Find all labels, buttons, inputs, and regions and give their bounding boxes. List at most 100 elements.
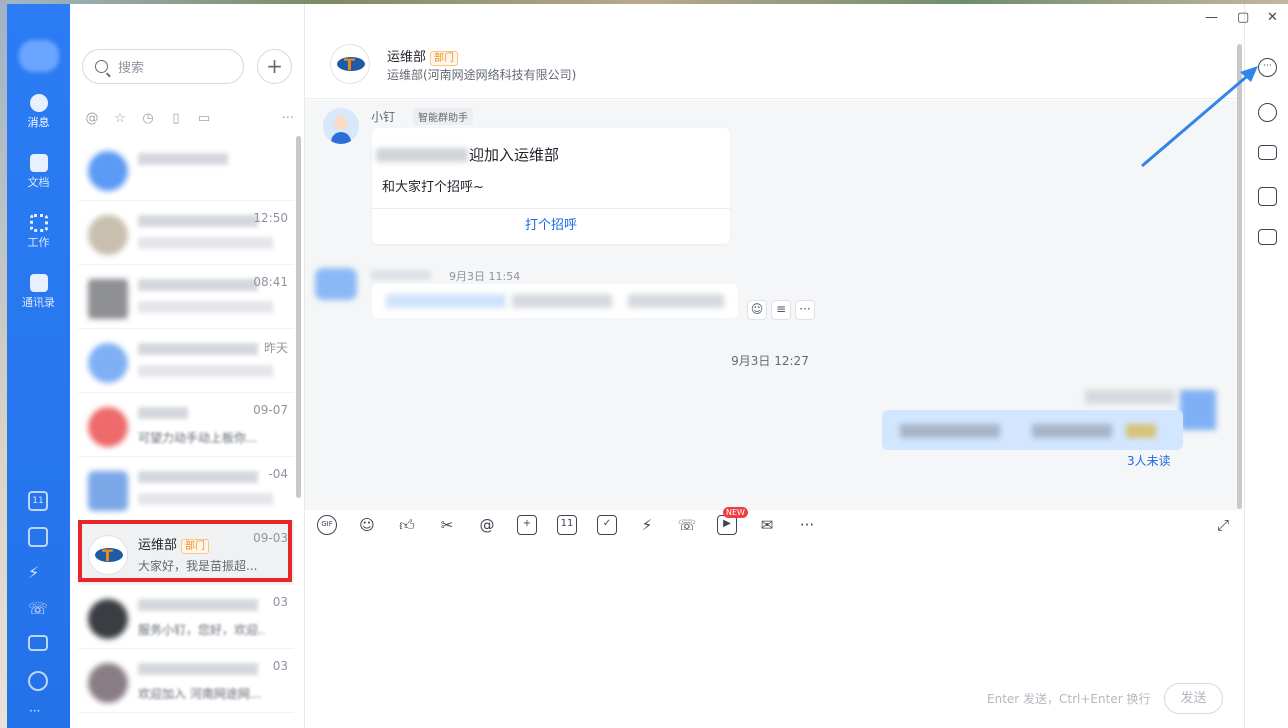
gif-icon[interactable]: GIF bbox=[317, 515, 337, 535]
list-item[interactable]: -04 bbox=[78, 457, 294, 521]
calendar-icon[interactable]: 11 bbox=[557, 515, 577, 535]
nav-label: 文档 bbox=[27, 176, 50, 189]
expand-icon[interactable]: ⤢ bbox=[1217, 516, 1233, 534]
document-folder-icon bbox=[29, 154, 48, 172]
lightning-icon[interactable]: ⚡ bbox=[28, 563, 48, 583]
at-mention-icon[interactable]: @ bbox=[477, 515, 497, 535]
blurred-name bbox=[138, 471, 258, 483]
scissors-icon[interactable]: ✂ bbox=[437, 515, 457, 535]
card-title: 迎加入运维部 bbox=[469, 146, 560, 164]
history-clock-icon[interactable] bbox=[1258, 103, 1277, 122]
list-item[interactable]: 08:41 bbox=[78, 265, 294, 329]
message-time: 9月3日 11:54 bbox=[449, 270, 521, 283]
nav-item-docs[interactable]: 文档 bbox=[7, 154, 70, 190]
contacts-book-icon bbox=[29, 274, 48, 292]
list-item[interactable]: 欢迎加入 河南网途网... 03 bbox=[78, 649, 294, 713]
nav-label: 工作 bbox=[27, 236, 50, 249]
blurred-text bbox=[386, 294, 506, 308]
folder-icon[interactable] bbox=[1258, 145, 1277, 160]
app-window: 消息 文档 工作 通讯录 11 ⚡ ☏ ··· 搜索 + @ ☆ ◷ ▯ ▭ ·… bbox=[0, 0, 1288, 728]
calendar-icon[interactable]: 11 bbox=[28, 491, 48, 511]
emoji-icon[interactable]: ☺ bbox=[357, 515, 377, 535]
my-message-bubble[interactable] bbox=[882, 410, 1183, 450]
more-icon[interactable]: ··· bbox=[29, 704, 40, 718]
maximize-button[interactable]: ▢ bbox=[1237, 10, 1249, 25]
time-label: -04 bbox=[268, 467, 288, 481]
list-scrollbar[interactable] bbox=[296, 136, 301, 498]
avatar[interactable] bbox=[1180, 390, 1216, 430]
mail-icon[interactable] bbox=[28, 635, 48, 651]
checkbox-icon[interactable]: ✓ bbox=[597, 515, 617, 535]
chat-header: 运维部部门 运维部(河南网途网络科技有限公司) bbox=[305, 4, 1242, 99]
list-item-yunweibu[interactable]: 运维部部门 大家好，我是苗振超... 09-03 bbox=[78, 521, 294, 585]
live-video-icon[interactable]: ▶ bbox=[717, 515, 737, 535]
list-item[interactable]: 12:50 bbox=[78, 201, 294, 265]
file-icon[interactable]: ▭ bbox=[196, 111, 212, 126]
bookmark-icon[interactable]: ▯ bbox=[168, 111, 184, 126]
announcement-icon[interactable] bbox=[1258, 187, 1277, 206]
message-bubble[interactable] bbox=[372, 284, 738, 318]
phone-icon[interactable]: ☏ bbox=[28, 599, 48, 619]
more-icon[interactable]: ··· bbox=[282, 111, 294, 126]
close-button[interactable]: ✕ bbox=[1267, 10, 1278, 25]
group-logo[interactable] bbox=[330, 44, 370, 84]
avatar bbox=[88, 663, 128, 703]
minimize-button[interactable]: — bbox=[1205, 10, 1218, 25]
blurred-name bbox=[138, 407, 188, 419]
emoji-reaction-icon[interactable]: ☺ bbox=[747, 300, 767, 320]
mail-icon[interactable]: ✉ bbox=[757, 515, 777, 535]
star-icon[interactable]: ☆ bbox=[112, 111, 128, 126]
chat-title-row: 运维部 部门 bbox=[387, 46, 459, 66]
list-item[interactable]: 服务小钉，您好，欢迎... 03 bbox=[78, 585, 294, 649]
bot-tag: 智能群助手 bbox=[413, 108, 473, 125]
thumbs-up-icon[interactable]: 👍︎ bbox=[397, 515, 417, 535]
tv-live-icon[interactable] bbox=[1258, 229, 1277, 245]
more-actions-icon[interactable]: ··· bbox=[795, 300, 815, 320]
org-network-icon[interactable] bbox=[28, 671, 48, 691]
nav-item-work[interactable]: 工作 bbox=[7, 214, 70, 250]
more-icon[interactable]: ··· bbox=[797, 515, 817, 535]
at-mention-icon[interactable]: @ bbox=[84, 111, 100, 126]
blurred-name bbox=[1085, 390, 1175, 404]
welcome-card: 迎加入运维部 和大家打个招呼~ 打个招呼 bbox=[372, 128, 730, 244]
nav-item-contacts[interactable]: 通讯录 bbox=[7, 274, 70, 310]
lightning-icon[interactable]: ⚡ bbox=[637, 515, 657, 535]
unread-count[interactable]: 3人未读 bbox=[1127, 452, 1171, 469]
todo-check-icon[interactable] bbox=[28, 527, 48, 547]
desktop-background-left bbox=[0, 0, 7, 728]
chat-title[interactable]: 运维部 bbox=[387, 50, 426, 65]
pointer-arrow-annotation bbox=[1141, 66, 1258, 168]
nav-item-messages[interactable]: 消息 bbox=[7, 94, 70, 130]
user-avatar[interactable] bbox=[19, 40, 59, 72]
avatar bbox=[88, 407, 128, 447]
input-toolbar: GIF ☺ 👍︎ ✂ @ + 11 ✓ ⚡ ☏ ▶ NEW ✉ ··· bbox=[305, 507, 1242, 541]
reply-icon[interactable]: ≡ bbox=[771, 300, 791, 320]
department-badge: 部门 bbox=[181, 539, 210, 554]
search-input[interactable]: 搜索 bbox=[82, 49, 244, 84]
avatar[interactable] bbox=[315, 268, 357, 300]
say-hello-button[interactable]: 打个招呼 bbox=[372, 208, 730, 244]
blurred-preview bbox=[138, 237, 273, 249]
input-hint: Enter 发送，Ctrl+Enter 换行 bbox=[987, 692, 1151, 706]
conversation-name: 运维部 部门 bbox=[138, 534, 210, 554]
conversation-title: 运维部 bbox=[138, 538, 178, 553]
send-button[interactable]: 发送 bbox=[1164, 683, 1223, 714]
group-logo bbox=[88, 535, 128, 575]
time-label: 12:50 bbox=[253, 211, 288, 225]
add-file-icon[interactable]: + bbox=[517, 515, 537, 535]
avatar bbox=[88, 279, 128, 319]
conversation-list-panel: 搜索 + @ ☆ ◷ ▯ ▭ ··· 12:50 08:41 昨天 可望力动手动… bbox=[70, 4, 305, 728]
more-options-icon[interactable]: ··· bbox=[1258, 58, 1277, 77]
blurred-text bbox=[900, 424, 1000, 438]
list-item[interactable]: 可望力动手动上板你... 09-07 bbox=[78, 393, 294, 457]
time-label: 03 bbox=[272, 659, 288, 673]
list-item[interactable]: 昨天 bbox=[78, 329, 294, 393]
blurred-name bbox=[138, 279, 258, 291]
bot-avatar[interactable] bbox=[323, 108, 359, 144]
filter-bar: @ ☆ ◷ ▯ ▭ ··· bbox=[84, 110, 295, 126]
time-label: 03 bbox=[272, 595, 288, 609]
list-item[interactable] bbox=[78, 137, 294, 201]
clock-icon[interactable]: ◷ bbox=[140, 111, 156, 126]
phone-call-icon[interactable]: ☏ bbox=[677, 515, 697, 535]
add-button[interactable]: + bbox=[257, 49, 292, 84]
